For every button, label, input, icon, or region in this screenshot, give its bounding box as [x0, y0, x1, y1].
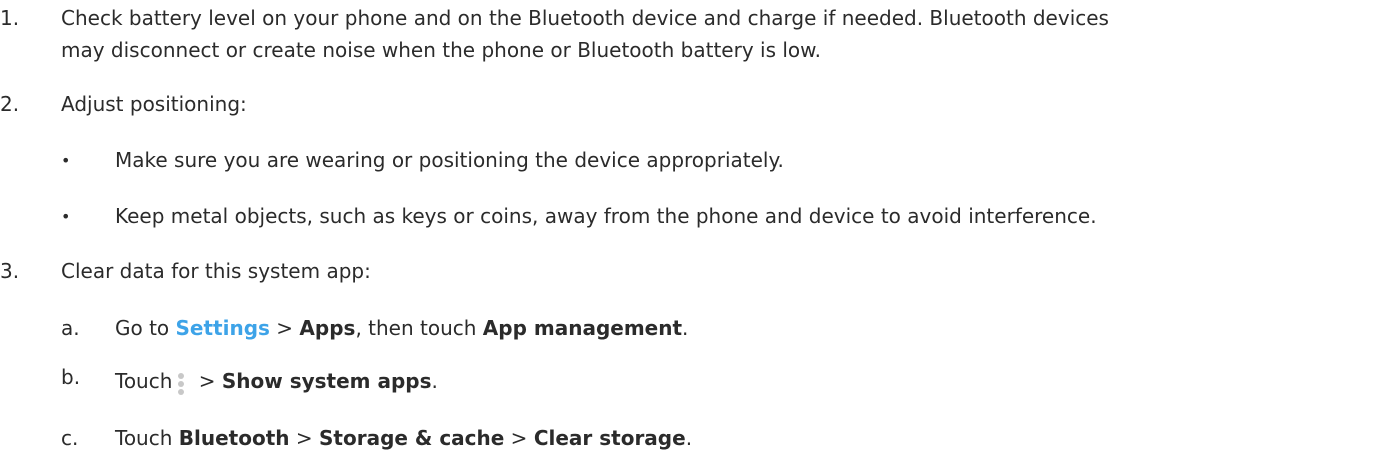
- substep-letter: a.: [61, 316, 80, 340]
- substep-text: Touch > Show system apps.: [115, 367, 438, 397]
- bullet-icon: •: [61, 151, 71, 170]
- bullet-icon: •: [61, 207, 71, 226]
- more-vert-icon: [176, 371, 186, 397]
- storage-cache-label: Storage & cache: [319, 426, 505, 450]
- instructions-document: 1. Check battery level on your phone and…: [0, 0, 1375, 461]
- step-text: Check battery level on your phone and on…: [61, 6, 1109, 30]
- apps-label: Apps: [299, 316, 356, 340]
- text-fragment: Touch: [115, 426, 179, 450]
- step-number: 2.: [0, 92, 20, 116]
- separator: >: [269, 316, 300, 340]
- step-text: Adjust positioning:: [61, 92, 247, 116]
- bullet-text: Make sure you are wearing or positioning…: [115, 148, 784, 172]
- step-text: may disconnect or create noise when the …: [61, 38, 822, 62]
- substep-letter: c.: [61, 426, 79, 450]
- app-management-label: App management: [482, 316, 683, 340]
- text-fragment: .: [682, 316, 689, 340]
- step-text: Clear data for this system app:: [61, 259, 371, 283]
- clear-storage-label: Clear storage: [533, 426, 686, 450]
- bullet-text: Keep metal objects, such as keys or coin…: [115, 204, 1097, 228]
- substep-letter: b.: [61, 365, 81, 389]
- show-system-apps-label: Show system apps: [221, 369, 432, 393]
- substep-text: Go to Settings > Apps, then touch App ma…: [115, 314, 688, 343]
- text-fragment: , then touch: [355, 316, 483, 340]
- settings-link[interactable]: Settings: [176, 316, 270, 340]
- text-fragment: .: [431, 369, 438, 393]
- text-fragment: .: [685, 426, 693, 450]
- text-fragment: Touch: [115, 369, 173, 393]
- separator: >: [192, 369, 222, 393]
- substep-text: Touch Bluetooth > Storage & cache > Clea…: [115, 424, 692, 453]
- step-number: 3.: [0, 259, 20, 283]
- separator: >: [289, 426, 319, 450]
- step-number: 1.: [0, 6, 20, 30]
- text-fragment: Go to: [115, 316, 176, 340]
- separator: >: [504, 426, 534, 450]
- bluetooth-label: Bluetooth: [178, 426, 290, 450]
